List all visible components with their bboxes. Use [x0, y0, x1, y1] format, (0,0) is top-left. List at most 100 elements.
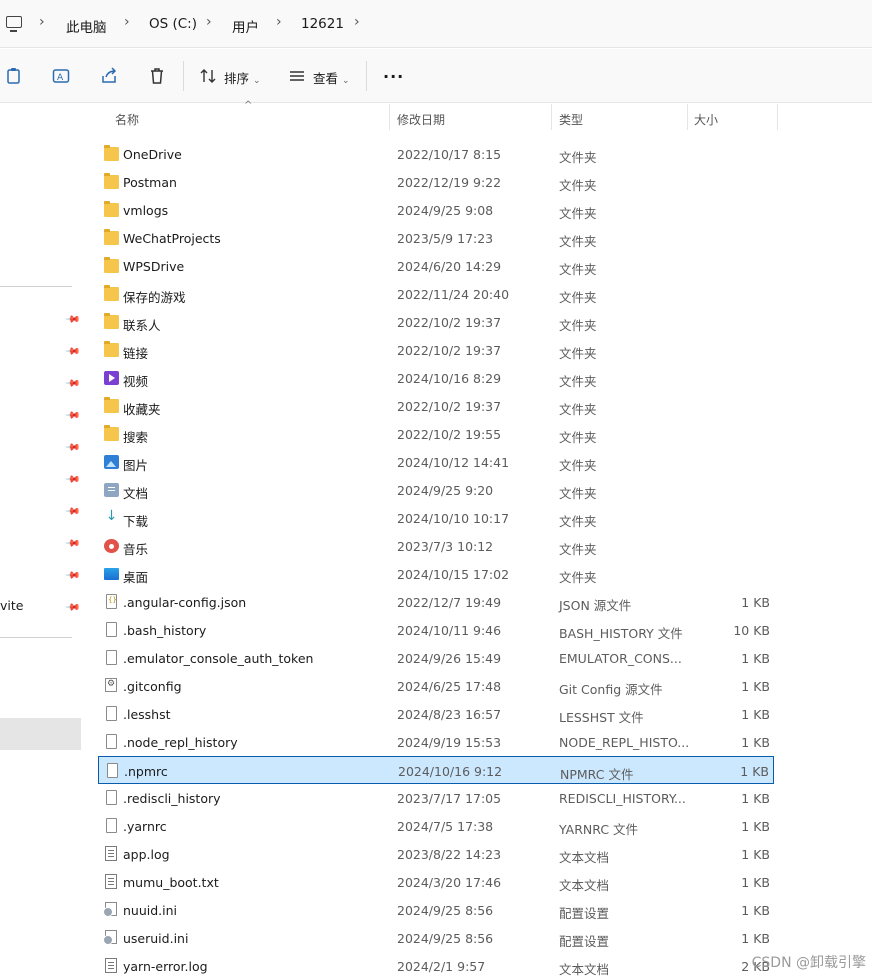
sidebar-item-vite[interactable]: vite	[0, 598, 23, 613]
column-divider[interactable]	[687, 104, 688, 130]
file-row[interactable]: .emulator_console_auth_token 2024/9/26 15…	[98, 644, 774, 672]
pin-icon[interactable]: 📌	[64, 504, 81, 521]
file-type: 文件夹	[559, 346, 597, 361]
pin-icon[interactable]: 📌	[64, 472, 81, 489]
column-header-date[interactable]: 修改日期	[397, 111, 445, 128]
column-header-size[interactable]: 大小	[694, 111, 718, 128]
sort-icon[interactable]	[199, 67, 217, 85]
file-row[interactable]: 链接 2022/10/2 19:37 文件夹	[98, 336, 774, 364]
file-row[interactable]: mumu_boot.txt 2024/3/20 17:46 文本文档 1 KB	[98, 868, 774, 896]
file-type: 文件夹	[559, 290, 597, 305]
folder-icon	[104, 145, 119, 161]
pin-icon[interactable]: 📌	[64, 568, 81, 585]
file-row[interactable]: .npmrc 2024/10/16 9:12 NPMRC 文件 1 KB	[98, 756, 774, 784]
breadcrumb-this-pc[interactable]: 此电脑	[66, 16, 107, 36]
file-type: 配置设置	[559, 934, 610, 949]
file-row[interactable]: WeChatProjects 2023/5/9 17:23 文件夹	[98, 224, 774, 252]
file-date: 2024/6/25 17:48	[397, 679, 502, 694]
chevron-right-icon[interactable]: ›	[124, 14, 130, 30]
file-date: 2023/8/22 14:23	[397, 847, 502, 862]
file-row[interactable]: ↓ 下载 2024/10/10 10:17 文件夹	[98, 504, 774, 532]
pin-icon[interactable]: 📌	[64, 344, 81, 361]
file-row[interactable]: 联系人 2022/10/2 19:37 文件夹	[98, 308, 774, 336]
file-type: 文件夹	[559, 570, 597, 585]
file-row[interactable]: Postman 2022/12/19 9:22 文件夹	[98, 168, 774, 196]
sort-button[interactable]: 排序 ⌄	[224, 68, 261, 87]
file-row[interactable]: .yarnrc 2024/7/5 17:38 YARNRC 文件 1 KB	[98, 812, 774, 840]
file-row[interactable]: .rediscli_history 2023/7/17 17:05 REDISCLI…	[98, 784, 774, 812]
watermark: CSDN @卸载引擎	[751, 955, 866, 971]
file-row[interactable]: yarn-error.log 2024/2/1 9:57 文本文档 2 KB	[98, 952, 774, 978]
breadcrumb-os-c[interactable]: OS (C:)	[149, 16, 197, 32]
file-row[interactable]: 文档 2024/9/25 9:20 文件夹	[98, 476, 774, 504]
file-row[interactable]: useruid.ini 2024/9/25 8:56 配置设置 1 KB	[98, 924, 774, 952]
pin-icon[interactable]: 📌	[64, 312, 81, 329]
file-type: Git Config 源文件	[559, 682, 663, 697]
file-name: .emulator_console_auth_token	[123, 651, 314, 666]
file-name: app.log	[123, 847, 170, 862]
column-header-type[interactable]: 类型	[559, 111, 583, 128]
downloads-icon: ↓	[105, 508, 118, 524]
file-row[interactable]: 视频 2024/10/16 8:29 文件夹	[98, 364, 774, 392]
file-row[interactable]: 收藏夹 2022/10/2 19:37 文件夹	[98, 392, 774, 420]
sort-ascending-icon: ^	[244, 100, 253, 111]
file-row[interactable]: .angular-config.json 2022/12/7 19:49 JSON …	[98, 588, 774, 616]
file-name: 链接	[123, 346, 149, 361]
file-type: NODE_REPL_HISTO...	[559, 735, 690, 750]
more-options-button[interactable]: ···	[383, 67, 404, 86]
file-row[interactable]: nuuid.ini 2024/9/25 8:56 配置设置 1 KB	[98, 896, 774, 924]
this-pc-icon[interactable]	[6, 16, 22, 32]
file-type: REDISCLI_HISTORY...	[559, 791, 686, 806]
file-row[interactable]: 桌面 2024/10/15 17:02 文件夹	[98, 560, 774, 588]
column-header-name[interactable]: 名称	[115, 111, 139, 128]
file-row[interactable]: 搜索 2022/10/2 19:55 文件夹	[98, 420, 774, 448]
folder-icon	[104, 173, 119, 189]
file-row[interactable]: .node_repl_history 2024/9/19 15:53 NODE_RE…	[98, 728, 774, 756]
pin-icon[interactable]: 📌	[64, 440, 81, 457]
file-row[interactable]: WPSDrive 2024/6/20 14:29 文件夹	[98, 252, 774, 280]
pictures-icon	[104, 455, 119, 469]
pin-icon[interactable]: 📌	[64, 408, 81, 425]
share-icon[interactable]	[100, 67, 118, 85]
paste-icon[interactable]	[5, 67, 23, 85]
file-row[interactable]: .gitconfig 2024/6/25 17:48 Git Config 源文件 1…	[98, 672, 774, 700]
delete-icon[interactable]	[148, 67, 166, 85]
ini-icon	[103, 902, 117, 917]
file-type: 文件夹	[559, 150, 597, 165]
file-date: 2022/10/2 19:37	[397, 315, 502, 330]
breadcrumb-user-folder[interactable]: 12621	[301, 16, 344, 32]
file-row[interactable]: OneDrive 2022/10/17 8:15 文件夹	[98, 140, 774, 168]
chevron-right-icon[interactable]: ›	[206, 14, 212, 30]
pin-icon[interactable]: 📌	[64, 376, 81, 393]
file-icon	[106, 790, 117, 805]
file-date: 2023/7/3 10:12	[397, 539, 494, 554]
chevron-right-icon[interactable]: ›	[276, 14, 282, 30]
chevron-down-icon: ⌄	[342, 76, 350, 86]
view-icon[interactable]	[288, 67, 306, 85]
chevron-right-icon[interactable]: ›	[39, 14, 45, 30]
file-row[interactable]: 音乐 2023/7/3 10:12 文件夹	[98, 532, 774, 560]
file-row[interactable]: 图片 2024/10/12 14:41 文件夹	[98, 448, 774, 476]
chevron-right-icon[interactable]: ›	[354, 14, 360, 30]
navigation-pane[interactable]: 📌 📌 📌 📌 📌 📌 📌 📌 📌 vite 📌	[0, 104, 82, 978]
file-name: OneDrive	[123, 147, 182, 162]
file-row[interactable]: .bash_history 2024/10/11 9:46 BASH_HISTORY…	[98, 616, 774, 644]
column-divider[interactable]	[389, 104, 390, 130]
pin-icon[interactable]: 📌	[64, 536, 81, 553]
address-bar[interactable]: › 此电脑 › OS (C:) › 用户 › 12621 ›	[0, 0, 872, 48]
column-divider[interactable]	[777, 104, 778, 130]
file-row[interactable]: 保存的游戏 2022/11/24 20:40 文件夹	[98, 280, 774, 308]
file-row[interactable]: .lesshst 2024/8/23 16:57 LESSHST 文件 1 KB	[98, 700, 774, 728]
sidebar-divider	[0, 637, 72, 638]
sidebar-item-selected[interactable]	[0, 718, 81, 750]
breadcrumb-users[interactable]: 用户	[232, 16, 259, 36]
view-button[interactable]: 查看 ⌄	[313, 68, 350, 87]
file-row[interactable]: app.log 2023/8/22 14:23 文本文档 1 KB	[98, 840, 774, 868]
textdoc-icon	[105, 874, 117, 889]
pin-icon[interactable]: 📌	[64, 600, 81, 617]
rename-icon[interactable]: A	[52, 67, 70, 85]
file-name: .rediscli_history	[123, 791, 221, 806]
column-divider[interactable]	[551, 104, 552, 130]
file-row[interactable]: vmlogs 2024/9/25 9:08 文件夹	[98, 196, 774, 224]
file-name: 保存的游戏	[123, 290, 186, 305]
